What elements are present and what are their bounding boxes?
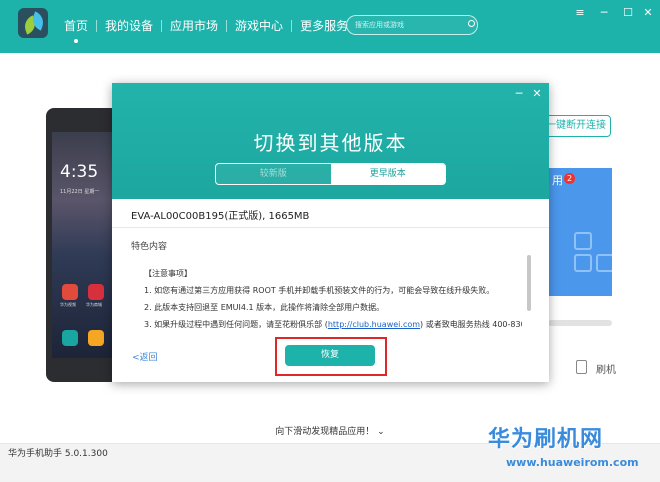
version-info: EVA-AL00C00B195(正式版), 1665MB [131, 211, 310, 222]
app-video-icon [62, 284, 78, 300]
disconnect-button[interactable]: 一键断开连接 [545, 115, 611, 137]
close-button[interactable]: ✕ [640, 6, 656, 20]
nav-home[interactable]: 首页 [56, 17, 96, 43]
app-label: 华为商城 [86, 302, 102, 307]
dialog-header: ─ ✕ 切换到其他版本 较新版 更早版本 [112, 83, 549, 199]
watermark-brand: 华为刷机网 [488, 427, 604, 452]
device-screen: 4:35 11月22日 星期一 华为视频 华为商城 [52, 132, 114, 358]
features-title: 特色内容 [131, 242, 168, 252]
card-label: 用 [552, 174, 563, 187]
phone-app-icon [62, 330, 78, 346]
device-preview: 4:35 11月22日 星期一 华为视频 华为商城 [46, 108, 114, 382]
nav-game-center[interactable]: 游戏中心 [227, 17, 291, 34]
device-date: 11月22日 星期一 [60, 189, 100, 195]
flash-label[interactable]: 刷机 [596, 361, 616, 376]
dialog-minimize-button[interactable]: ─ [512, 87, 526, 101]
grid-icon [574, 254, 592, 272]
tab-earlier-version[interactable]: 更早版本 [330, 164, 445, 184]
minimize-button[interactable]: ─ [596, 6, 612, 20]
search-icon[interactable] [468, 20, 475, 27]
club-link[interactable]: http://club.huawei.com [328, 320, 420, 329]
menu-icon[interactable]: ≡ [572, 6, 588, 20]
main-nav: 首页 我的设备 应用市场 游戏中心 更多服务 [56, 17, 356, 43]
app-version: 华为手机助手 5.0.1.300 [8, 449, 108, 459]
app-label: 华为视频 [60, 302, 76, 307]
notes-line: 2. 此版本支持回退至 EMUI4.1 版本，此操作将清除全部用户数据。 [144, 303, 385, 312]
tab-newer-version[interactable]: 较新版 [216, 164, 331, 184]
notes-line: 1. 如您有通过第三方应用获得 ROOT 手机并卸载手机预装文件的行为，可能会导… [144, 286, 495, 295]
highlight-box [275, 337, 387, 376]
nav-my-device[interactable]: 我的设备 [97, 17, 161, 34]
maximize-button[interactable]: ☐ [620, 6, 636, 20]
app-logo-icon [18, 8, 48, 38]
storage-progress-bar [548, 320, 612, 326]
search-input[interactable] [346, 15, 478, 35]
contacts-app-icon [88, 330, 104, 346]
app-updates-card[interactable]: 用 2 [548, 168, 612, 296]
update-count-badge: 2 [564, 173, 575, 184]
dialog-title: 切换到其他版本 [253, 131, 408, 155]
nav-app-market[interactable]: 应用市场 [162, 17, 226, 34]
title-bar: 首页 我的设备 应用市场 游戏中心 更多服务 ≡ ─ ☐ ✕ [0, 0, 660, 53]
grid-icon [574, 232, 592, 250]
grid-icon [596, 254, 612, 272]
dialog-close-button[interactable]: ✕ [530, 87, 544, 101]
watermark-url: www.huaweirom.com [506, 456, 639, 469]
back-link[interactable]: <返回 [132, 350, 158, 363]
notes-heading: 【注意事项】 [144, 269, 192, 278]
divider [112, 227, 549, 228]
app-vmall-icon [88, 284, 104, 300]
notes-line: 3. 如果升级过程中遇到任何问题，请至花粉俱乐部 (http://club.hu… [144, 320, 522, 329]
flash-icon[interactable] [576, 360, 587, 374]
version-tabs: 较新版 更早版本 [215, 163, 446, 185]
release-notes: 【注意事项】 1. 如您有通过第三方应用获得 ROOT 手机并卸载手机预装文件的… [144, 265, 522, 333]
device-clock: 4:35 [60, 162, 99, 182]
notes-scrollbar[interactable] [527, 255, 531, 311]
